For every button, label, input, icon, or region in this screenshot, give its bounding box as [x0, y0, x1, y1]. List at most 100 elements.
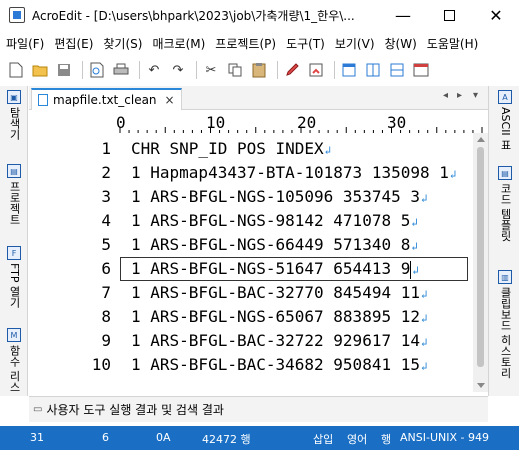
- editor-line: 3 1 ARS-BFGL-NGS-105096 353745 3↲: [29, 185, 473, 209]
- text-editor[interactable]: 1 CHR SNP_ID POS INDEX↲ 2 1 Hapmap43437-…: [29, 137, 473, 392]
- window-title: AcroEdit - [D:\users\bhpark\2023\job\가축개…: [32, 8, 355, 23]
- column-ruler: 0 10 20 30: [29, 111, 488, 133]
- bookmark-icon[interactable]: [306, 60, 326, 80]
- tab-mapfile[interactable]: mapfile.txt_clean ×: [31, 88, 182, 110]
- status-row-mode[interactable]: 행: [381, 431, 391, 447]
- menu-find[interactable]: 찾기(S): [103, 35, 142, 52]
- maximize-button[interactable]: [426, 0, 472, 30]
- menu-help[interactable]: 도움말(H): [427, 35, 479, 52]
- line-number: 5: [101, 235, 111, 254]
- editor-line: 4 1 ARS-BFGL-NGS-98142 471078 5↲: [29, 209, 473, 233]
- status-input-lang[interactable]: 영어: [347, 431, 367, 447]
- left-side-panel: ▣ 탐색기 ▤ 프로젝트 F FTP 열기 M 함수 리스: [0, 86, 28, 396]
- line-number: 1: [101, 139, 111, 158]
- window-icon[interactable]: [339, 60, 359, 80]
- output-icon: ▭: [33, 404, 43, 415]
- paste-icon[interactable]: [249, 60, 269, 80]
- vertical-scrollbar[interactable]: [473, 133, 488, 392]
- cut-icon[interactable]: ✂: [201, 60, 221, 80]
- line-text: 1 ARS-BFGL-NGS-51647 654413 9 ↲: [131, 259, 419, 279]
- tab-scroll-left-icon[interactable]: ◂: [443, 90, 448, 101]
- marker-icon[interactable]: [282, 60, 302, 80]
- eol-icon: ↲: [411, 240, 418, 253]
- eol-icon: ↲: [420, 336, 428, 349]
- print-icon[interactable]: [111, 60, 131, 80]
- line-text: 1 ARS-BFGL-NGS-105096 353745 3↲: [131, 187, 428, 206]
- copy-icon[interactable]: [225, 60, 245, 80]
- multi-window-icon[interactable]: [363, 60, 383, 80]
- side-tab-clipboard[interactable]: ▥ 클립보드 히스토리: [496, 270, 514, 379]
- status-encoding[interactable]: ANSI-UNIX - 949: [400, 431, 489, 444]
- side-tab-explorer[interactable]: ▣ 탐색기: [5, 90, 23, 140]
- minimize-button[interactable]: —: [380, 0, 426, 30]
- new-file-icon[interactable]: [6, 60, 26, 80]
- menu-file[interactable]: 파일(F): [6, 35, 44, 52]
- line-text: CHR SNP_ID POS INDEX↲: [131, 139, 332, 158]
- eol-icon: ↲: [449, 168, 457, 181]
- menu-window[interactable]: 창(W): [385, 35, 417, 52]
- output-panel-label: 사용자 도구 실행 결과 및 검색 결과: [46, 403, 224, 417]
- toolbar-separator: [277, 61, 278, 79]
- editor-line: 9 1 ARS-BFGL-BAC-32722 929617 14↲: [29, 329, 473, 353]
- redo-icon[interactable]: ↷: [168, 60, 188, 80]
- menu-macro[interactable]: 매크로(M): [152, 35, 205, 52]
- line-number: 9: [101, 331, 111, 350]
- line-number: 8: [101, 307, 111, 326]
- save-icon[interactable]: [54, 60, 74, 80]
- line-text: 1 ARS-BFGL-NGS-65067 883895 12↲: [131, 307, 428, 326]
- explorer-icon: ▣: [7, 90, 21, 104]
- maximize-icon: [443, 9, 455, 21]
- tab-list-icon[interactable]: ▾: [473, 90, 478, 101]
- menu-edit[interactable]: 편집(E): [54, 35, 93, 52]
- undo-icon[interactable]: ↶: [144, 60, 164, 80]
- eol-icon: ↲: [412, 264, 419, 277]
- tab-label: mapfile.txt_clean: [53, 93, 157, 107]
- scroll-down-icon[interactable]: [477, 383, 485, 388]
- tab-scroll-right-icon[interactable]: ▸: [457, 90, 462, 101]
- eol-icon: ↲: [420, 288, 428, 301]
- title-bar: AcroEdit - [D:\users\bhpark\2023\job\가축개…: [0, 0, 519, 30]
- line-number: 4: [101, 211, 111, 230]
- output-panel-tab[interactable]: ▭ 사용자 도구 실행 결과 및 검색 결과: [29, 396, 488, 422]
- status-insert-mode[interactable]: 삽입: [313, 431, 333, 447]
- side-tab-functions[interactable]: M 함수 리스: [5, 328, 23, 393]
- editor-line: 2 1 Hapmap43437-BTA-101873 135098 1↲: [29, 161, 473, 185]
- status-hex: 0A: [156, 431, 171, 444]
- side-tab-ascii[interactable]: A ASCII 표: [496, 90, 514, 150]
- right-side-panel: A ASCII 표 ▤ 코드 템플릿 ▥ 클립보드 히스토리: [488, 86, 519, 396]
- editor-line: 8 1 ARS-BFGL-NGS-65067 883895 12↲: [29, 305, 473, 329]
- eol-icon: ↲: [420, 360, 428, 373]
- ftp-icon: F: [7, 246, 21, 260]
- line-text: 1 ARS-BFGL-BAC-34682 950841 15↲: [131, 355, 428, 374]
- side-tab-ftp[interactable]: F FTP 열기: [5, 246, 23, 308]
- line-number: 2: [101, 163, 111, 182]
- menu-project[interactable]: 프로젝트(P): [215, 35, 276, 52]
- line-text: 1 Hapmap43437-BTA-101873 135098 1↲: [131, 163, 457, 182]
- template-icon: ▤: [498, 166, 512, 180]
- close-button[interactable]: ✕: [473, 0, 519, 30]
- eol-icon: ↲: [420, 312, 428, 325]
- line-number: 3: [101, 187, 111, 206]
- status-bar: 31 6 0A 42472 행 삽입 영어 행 ANSI-UNIX - 949: [0, 426, 519, 450]
- eol-icon: ↲: [324, 144, 332, 157]
- scrollbar-thumb[interactable]: [477, 147, 484, 367]
- print-preview-icon[interactable]: [87, 60, 107, 80]
- menu-bar: 파일(F) 편집(E) 찾기(S) 매크로(M) 프로젝트(P) 도구(T) 보…: [0, 32, 519, 54]
- menu-view[interactable]: 보기(V): [335, 35, 375, 52]
- toolbar: ↶ ↷ ✂: [0, 56, 519, 84]
- editor-line-current: 6 1 ARS-BFGL-NGS-51647 654413 9 ↲: [29, 257, 473, 281]
- line-number: 6: [101, 259, 111, 278]
- menu-tools[interactable]: 도구(T): [286, 35, 325, 52]
- line-number: 7: [101, 283, 111, 302]
- line-text: 1 ARS-BFGL-BAC-32722 929617 14↲: [131, 331, 428, 350]
- document-icon: [38, 94, 48, 106]
- function-list-icon: M: [7, 328, 21, 342]
- tile-icon[interactable]: [387, 60, 407, 80]
- side-tab-project[interactable]: ▤ 프로젝트: [5, 164, 23, 225]
- side-tab-template[interactable]: ▤ 코드 템플릿: [496, 166, 514, 242]
- toolbar-separator: [334, 61, 335, 79]
- open-folder-icon[interactable]: [30, 60, 50, 80]
- scroll-up-icon[interactable]: [477, 137, 485, 142]
- calendar-icon[interactable]: [411, 60, 431, 80]
- tab-close-icon[interactable]: ×: [165, 93, 175, 107]
